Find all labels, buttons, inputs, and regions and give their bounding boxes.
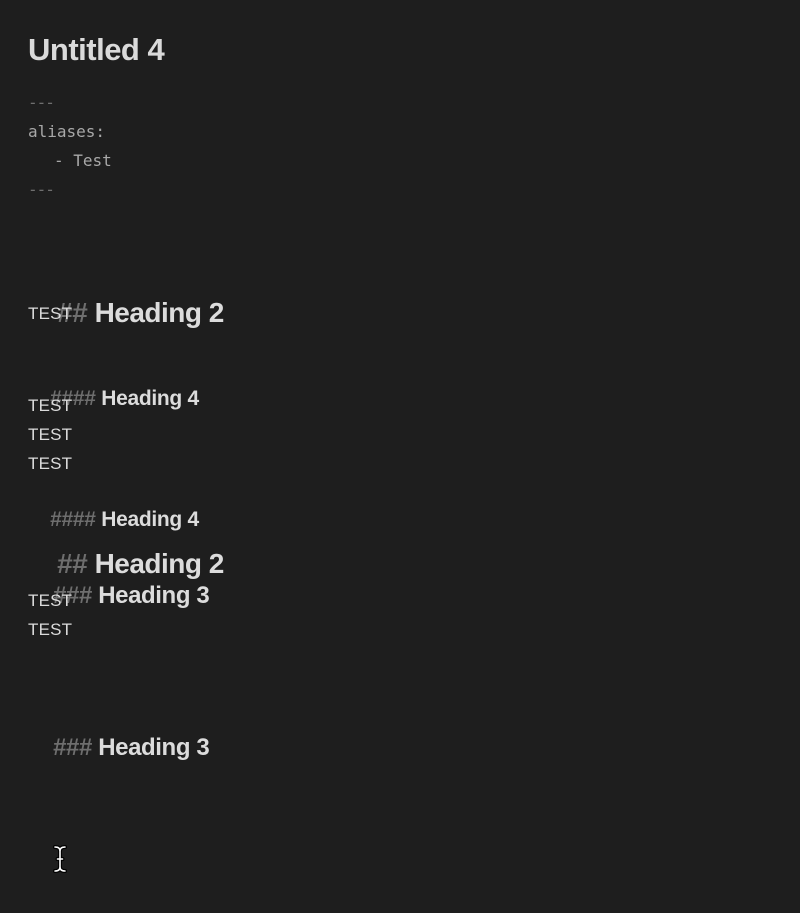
paragraph-line[interactable]: TEST [28, 591, 72, 611]
paragraph-line[interactable]: TEST [28, 454, 72, 474]
text-cursor-icon [53, 845, 67, 873]
heading-text: Heading 4 [101, 387, 199, 410]
frontmatter-aliases-key: aliases: [28, 122, 106, 141]
frontmatter-close-delimiter: --- [28, 180, 55, 199]
heading-text: Heading 2 [94, 297, 225, 328]
paragraph-line[interactable]: TEST [28, 425, 72, 445]
note-editor[interactable]: Untitled 4 --- aliases: - Test --- ## He… [0, 0, 800, 913]
heading-text: Heading 3 [98, 582, 210, 609]
paragraph-line[interactable]: TEST [28, 304, 72, 324]
note-title[interactable]: Untitled 4 [28, 32, 165, 68]
heading-3-line[interactable]: ### Heading 3 [28, 706, 210, 790]
frontmatter-open-delimiter: --- [28, 93, 55, 112]
heading-hash-marker: ### [53, 734, 92, 761]
paragraph-line[interactable]: TEST [28, 620, 72, 640]
paragraph-line[interactable]: TEST [28, 396, 72, 416]
heading-text: Heading 3 [98, 734, 210, 761]
frontmatter-alias-item: - Test [54, 151, 112, 170]
